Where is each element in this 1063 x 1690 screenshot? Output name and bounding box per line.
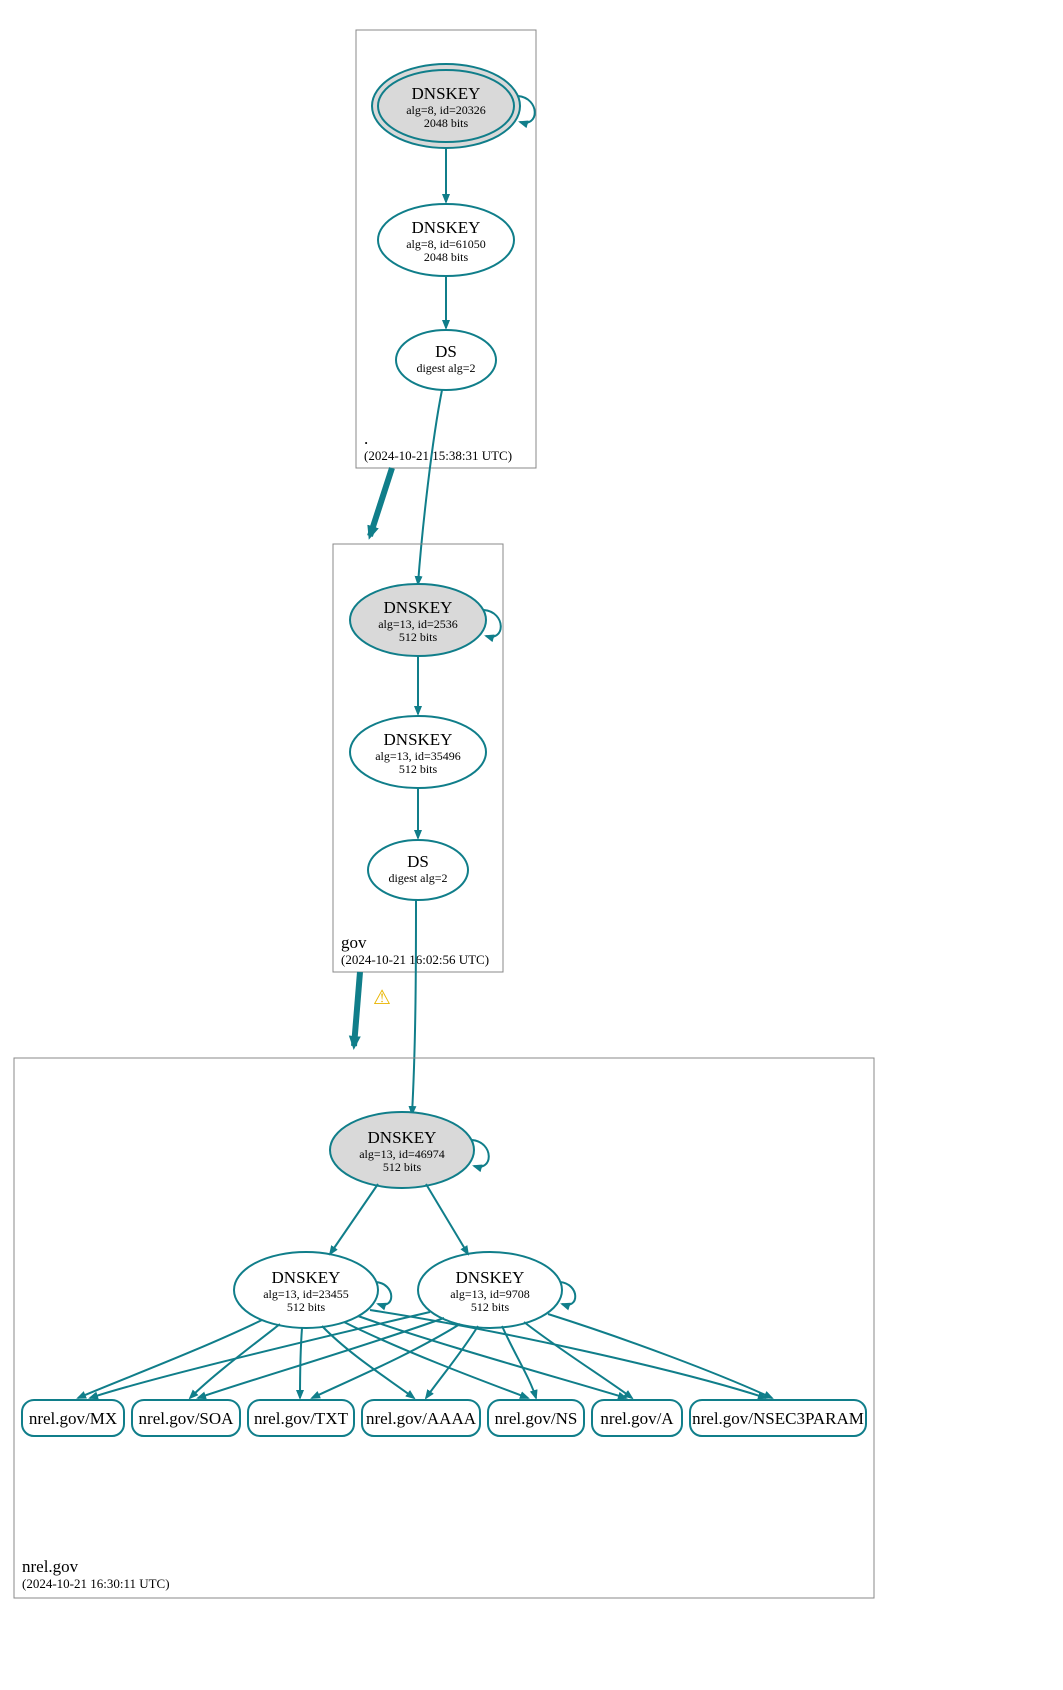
edge-root-to-gov-zone	[370, 468, 392, 536]
svg-text:alg=13, id=46974: alg=13, id=46974	[359, 1147, 445, 1161]
dnssec-graph: . (2024-10-21 15:38:31 UTC) DNSKEY alg=8…	[0, 0, 1063, 1690]
edge-root-ds-to-gov-ksk	[418, 390, 442, 584]
svg-text:nrel.gov/MX: nrel.gov/MX	[29, 1409, 117, 1428]
zone-nrel: nrel.gov (2024-10-21 16:30:11 UTC) DNSKE…	[14, 1058, 874, 1598]
zone-gov-name: gov	[341, 933, 367, 952]
svg-text:nrel.gov/TXT: nrel.gov/TXT	[254, 1409, 349, 1428]
svg-text:nrel.gov/NS: nrel.gov/NS	[495, 1409, 578, 1428]
node-nrel-zsk-a: DNSKEY alg=13, id=23455 512 bits	[234, 1252, 391, 1328]
svg-text:2048 bits: 2048 bits	[424, 250, 469, 264]
svg-text:512 bits: 512 bits	[471, 1300, 510, 1314]
node-gov-zsk: DNSKEY alg=13, id=35496 512 bits	[350, 716, 486, 788]
node-nrel-ksk: DNSKEY alg=13, id=46974 512 bits	[330, 1112, 489, 1188]
rrset-txt: nrel.gov/TXT	[248, 1400, 354, 1436]
svg-text:nrel.gov/NSEC3PARAM: nrel.gov/NSEC3PARAM	[692, 1409, 864, 1428]
svg-text:DNSKEY: DNSKEY	[368, 1128, 437, 1147]
svg-text:alg=13, id=9708: alg=13, id=9708	[450, 1287, 530, 1301]
node-root-zsk: DNSKEY alg=8, id=61050 2048 bits	[378, 204, 514, 276]
rrset-mx: nrel.gov/MX	[22, 1400, 124, 1436]
svg-text:DNSKEY: DNSKEY	[272, 1268, 341, 1287]
svg-text:nrel.gov/SOA: nrel.gov/SOA	[139, 1409, 235, 1428]
node-root-ds: DS digest alg=2	[396, 330, 496, 390]
rrset-soa: nrel.gov/SOA	[132, 1400, 240, 1436]
zone-root: . (2024-10-21 15:38:31 UTC) DNSKEY alg=8…	[356, 30, 536, 468]
svg-text:512 bits: 512 bits	[383, 1160, 422, 1174]
node-gov-ksk: DNSKEY alg=13, id=2536 512 bits	[350, 584, 501, 656]
svg-text:DNSKEY: DNSKEY	[412, 218, 481, 237]
warning-icon: ⚠	[373, 987, 391, 1009]
svg-text:DNSKEY: DNSKEY	[456, 1268, 525, 1287]
svg-text:DS: DS	[407, 852, 429, 871]
node-gov-ds: DS digest alg=2	[368, 840, 468, 900]
edges-zsk-b	[90, 1312, 772, 1398]
svg-text:(2024-10-21 16:30:11 UTC): (2024-10-21 16:30:11 UTC)	[22, 1576, 170, 1591]
node-root-ksk: DNSKEY alg=8, id=20326 2048 bits	[372, 64, 535, 148]
svg-text:digest alg=2: digest alg=2	[388, 871, 447, 885]
svg-text:512 bits: 512 bits	[287, 1300, 326, 1314]
zone-gov: gov (2024-10-21 16:02:56 UTC) DNSKEY alg…	[333, 544, 503, 972]
svg-text:alg=13, id=2536: alg=13, id=2536	[378, 617, 458, 631]
rrset-nsec3param: nrel.gov/NSEC3PARAM	[690, 1400, 866, 1436]
zone-nrel-name: nrel.gov	[22, 1557, 79, 1576]
node-nrel-zsk-b: DNSKEY alg=13, id=9708 512 bits	[418, 1252, 575, 1328]
svg-text:DNSKEY: DNSKEY	[412, 84, 481, 103]
zone-root-name: .	[364, 429, 368, 448]
svg-text:nrel.gov/AAAA: nrel.gov/AAAA	[366, 1409, 477, 1428]
edge-nrel-ksk-to-zsk-a	[330, 1184, 378, 1254]
svg-text:digest alg=2: digest alg=2	[416, 361, 475, 375]
svg-text:2048 bits: 2048 bits	[424, 116, 469, 130]
svg-text:DNSKEY: DNSKEY	[384, 730, 453, 749]
svg-text:nrel.gov/A: nrel.gov/A	[600, 1409, 674, 1428]
edge-gov-to-nrel-zone	[354, 972, 360, 1046]
svg-text:DNSKEY: DNSKEY	[384, 598, 453, 617]
zone-root-timestamp: (2024-10-21 15:38:31 UTC)	[364, 448, 512, 463]
edge-nrel-ksk-to-zsk-b	[426, 1184, 468, 1254]
svg-text:512 bits: 512 bits	[399, 630, 438, 644]
rrset-a: nrel.gov/A	[592, 1400, 682, 1436]
rrset-ns: nrel.gov/NS	[488, 1400, 584, 1436]
rrset-aaaa: nrel.gov/AAAA	[362, 1400, 480, 1436]
svg-text:DS: DS	[435, 342, 457, 361]
svg-text:alg=8, id=20326: alg=8, id=20326	[406, 103, 486, 117]
svg-text:512 bits: 512 bits	[399, 762, 438, 776]
edge-gov-ds-to-nrel-ksk	[412, 900, 416, 1114]
svg-text:alg=13, id=35496: alg=13, id=35496	[375, 749, 461, 763]
svg-text:alg=13, id=23455: alg=13, id=23455	[263, 1287, 349, 1301]
svg-text:alg=8, id=61050: alg=8, id=61050	[406, 237, 486, 251]
